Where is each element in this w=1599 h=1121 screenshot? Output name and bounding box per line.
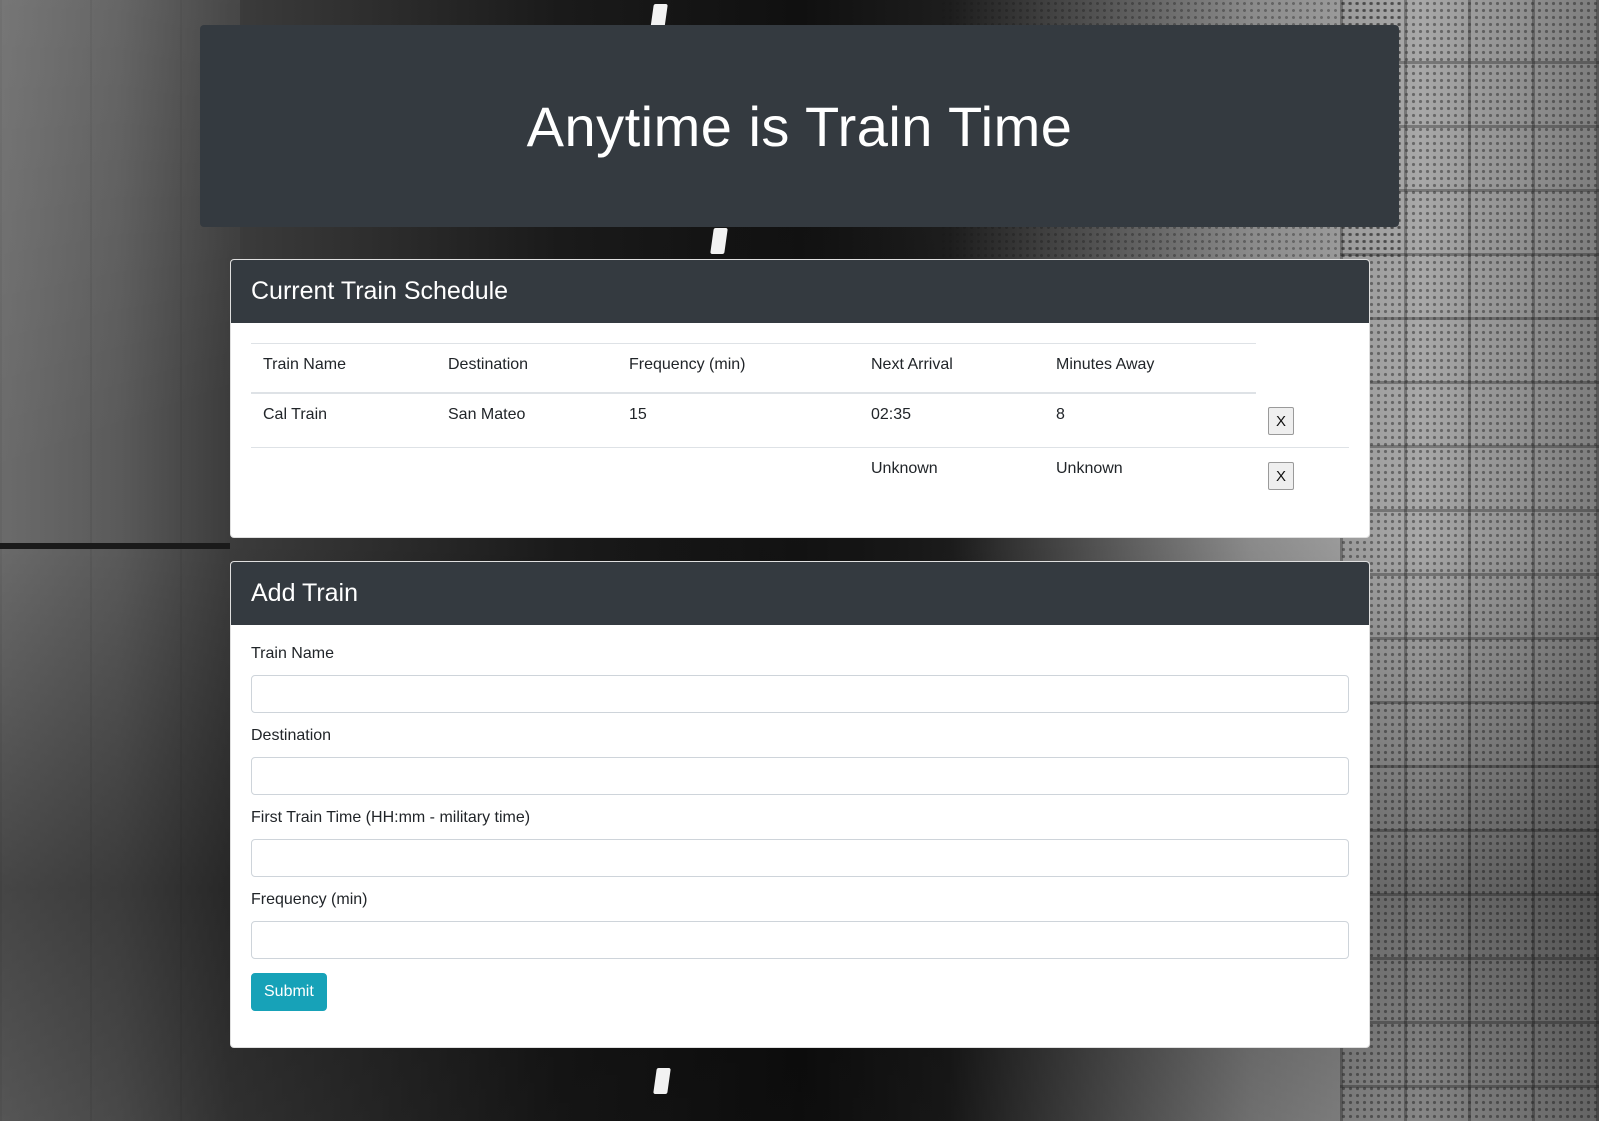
frequency-label: Frequency (min): [251, 891, 368, 908]
add-train-card: Add Train Train Name Destination First T…: [230, 561, 1370, 1048]
column-header-frequency: Frequency (min): [617, 343, 859, 394]
column-header-actions: [1256, 344, 1349, 394]
train-name-input[interactable]: [251, 675, 1349, 713]
form-group-frequency: Frequency (min): [251, 891, 1349, 959]
cell-train-name: Cal Train: [263, 406, 328, 423]
train-schedule-table: Train Name Destination Frequency (min) N…: [251, 343, 1349, 502]
cell-destination: San Mateo: [448, 406, 526, 423]
hand-rail: [0, 543, 230, 549]
column-header-next-arrival: Next Arrival: [859, 343, 1044, 394]
form-group-first-train-time: First Train Time (HH:mm - military time): [251, 809, 1349, 877]
cell-train-name: [251, 447, 436, 502]
cell-frequency: 15: [629, 406, 647, 423]
submit-button[interactable]: Submit: [251, 973, 327, 1011]
cell-next-arrival: 02:35: [871, 406, 912, 423]
table-header-row: Train Name Destination Frequency (min) N…: [251, 343, 1349, 394]
cell-minutes-away: Unknown: [1044, 447, 1256, 502]
train-schedule-card: Current Train Schedule Train Name Destin…: [230, 259, 1370, 538]
destination-input[interactable]: [251, 757, 1349, 795]
remove-train-button[interactable]: X: [1268, 462, 1294, 490]
cell-minutes-away: 8: [1056, 406, 1065, 423]
destination-label: Destination: [251, 727, 332, 744]
form-group-train-name: Train Name: [251, 645, 1349, 713]
add-train-form: Train Name Destination First Train Time …: [231, 625, 1369, 1031]
frequency-input[interactable]: [251, 921, 1349, 959]
ceiling-light: [710, 228, 728, 254]
column-header-destination: Destination: [436, 343, 617, 394]
schedule-heading: Current Train Schedule: [251, 277, 509, 305]
column-header-train-name: Train Name: [251, 343, 436, 394]
train-name-label: Train Name: [251, 645, 334, 662]
cell-next-arrival: Unknown: [859, 447, 1044, 502]
page-title: Anytime is Train Time: [526, 94, 1073, 158]
form-group-destination: Destination: [251, 727, 1349, 795]
cell-frequency: [617, 447, 859, 502]
first-train-time-input[interactable]: [251, 839, 1349, 877]
schedule-card-header: Current Train Schedule: [231, 260, 1369, 323]
add-train-card-header: Add Train: [231, 562, 1369, 625]
first-train-time-label: First Train Time (HH:mm - military time): [251, 809, 531, 826]
page-header: Anytime is Train Time: [200, 25, 1399, 227]
cell-actions: X: [1256, 447, 1349, 502]
table-row: Cal Train San Mateo 15 02:35 8 X: [251, 393, 1349, 448]
cell-actions: X: [1256, 393, 1349, 448]
table-row: Unknown Unknown X: [251, 447, 1349, 502]
remove-train-button[interactable]: X: [1268, 407, 1294, 435]
schedule-card-body: Train Name Destination Frequency (min) N…: [231, 323, 1369, 522]
add-train-heading: Add Train: [251, 579, 359, 607]
column-header-minutes-away: Minutes Away: [1044, 343, 1256, 394]
cell-destination: [436, 447, 617, 502]
